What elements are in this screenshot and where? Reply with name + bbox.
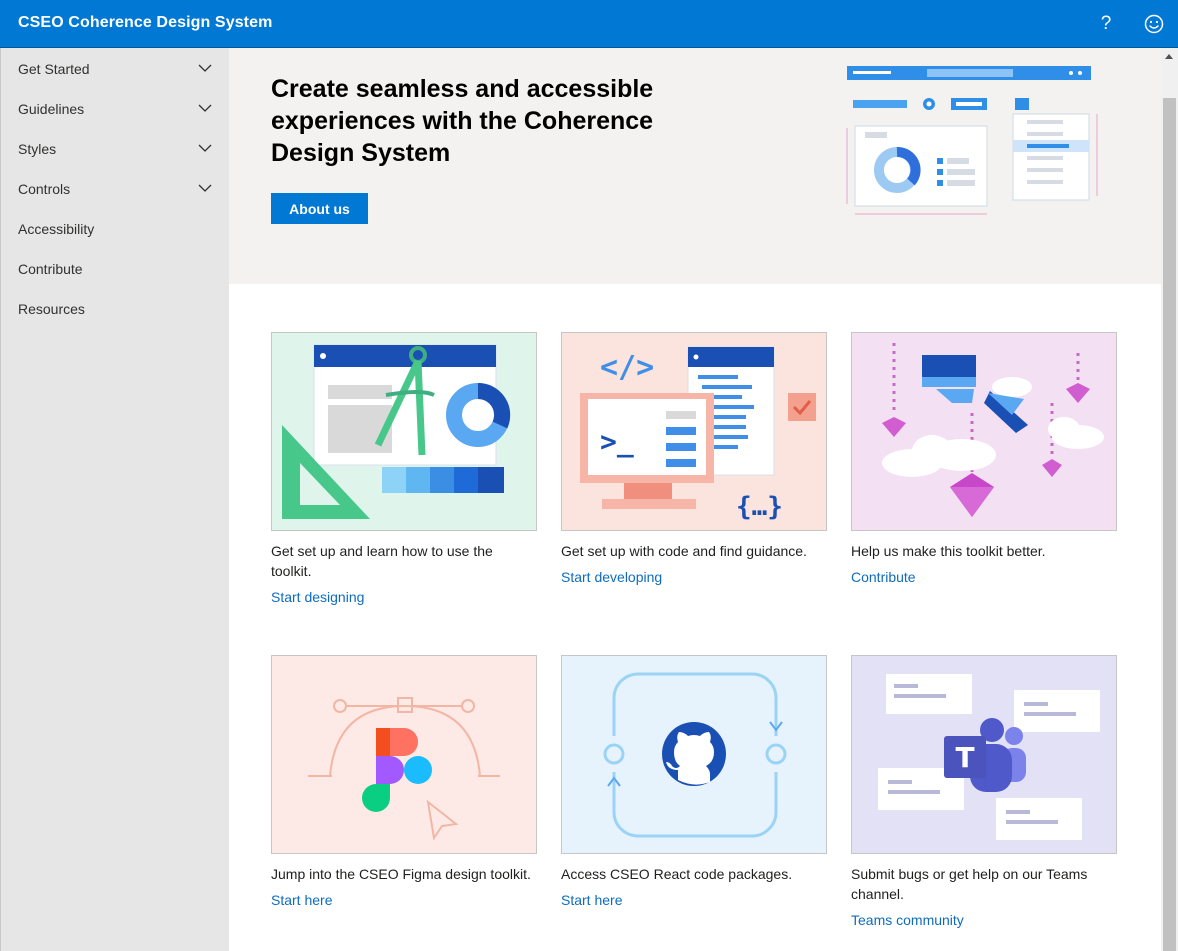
start-designing-link[interactable]: Start designing xyxy=(271,589,364,605)
feedback-smiley-icon[interactable] xyxy=(1142,12,1166,36)
card-figma-toolkit: Jump into the CSEO Figma design toolkit.… xyxy=(271,655,537,910)
card-start-developing: </> >_ {…} Get set up with code and find… xyxy=(561,332,827,587)
figma-start-here-link[interactable]: Start here xyxy=(271,892,332,908)
chevron-down-icon xyxy=(198,144,212,152)
chevron-down-icon xyxy=(198,64,212,72)
sidebar-item-label: Contribute xyxy=(18,261,83,277)
card-contribute: Help us make this toolkit better. Contri… xyxy=(851,332,1117,587)
sidebar-item-controls[interactable]: Controls xyxy=(1,169,230,209)
svg-text:</>: </> xyxy=(600,350,654,385)
sidebar-item-label: Resources xyxy=(18,301,85,317)
sidebar-item-label: Guidelines xyxy=(18,101,85,117)
card-description: Jump into the CSEO Figma design toolkit. xyxy=(271,866,531,882)
card-description: Submit bugs or get help on our Teams cha… xyxy=(851,866,1088,902)
hero-banner: Create seamless and accessible experienc… xyxy=(229,48,1161,284)
top-bar: CSEO Coherence Design System ? xyxy=(0,0,1178,48)
sidebar-item-label: Controls xyxy=(18,181,71,197)
hero-title: Create seamless and accessible experienc… xyxy=(271,75,654,167)
card-description: Access CSEO React code packages. xyxy=(561,866,793,882)
help-button[interactable]: ? xyxy=(1094,10,1118,38)
card-description: Help us make this toolkit better. xyxy=(851,543,1046,559)
github-illustration xyxy=(561,655,827,854)
teams-illustration: T xyxy=(851,655,1117,854)
card-description: Get set up and learn how to use the tool… xyxy=(271,543,493,579)
code-illustration: </> >_ {…} xyxy=(561,332,827,531)
figma-illustration xyxy=(271,655,537,854)
design-system-illustration xyxy=(846,66,1098,215)
contribute-illustration xyxy=(851,332,1117,531)
svg-text:{…}: {…} xyxy=(736,492,783,522)
sidebar-item-label: Accessibility xyxy=(18,221,95,237)
react-start-here-link[interactable]: Start here xyxy=(561,892,622,908)
sidebar-nav: Get Started Guidelines Styles Controls A… xyxy=(0,48,229,951)
svg-text:T: T xyxy=(955,741,974,774)
sidebar-item-get-started[interactable]: Get Started xyxy=(1,49,230,89)
svg-text:>_: >_ xyxy=(600,425,634,458)
sidebar-item-accessibility[interactable]: Accessibility xyxy=(1,209,230,249)
teams-community-link[interactable]: Teams community xyxy=(851,912,964,928)
chevron-down-icon xyxy=(198,104,212,112)
scroll-up-arrow-icon[interactable] xyxy=(1165,54,1173,59)
card-react-packages: Access CSEO React code packages. Start h… xyxy=(561,655,827,910)
app-title[interactable]: CSEO Coherence Design System xyxy=(18,14,272,32)
sidebar-item-guidelines[interactable]: Guidelines xyxy=(1,89,230,129)
design-tools-illustration xyxy=(271,332,537,531)
scrollbar-thumb[interactable] xyxy=(1163,98,1176,951)
start-developing-link[interactable]: Start developing xyxy=(561,569,662,585)
sidebar-item-resources[interactable]: Resources xyxy=(1,289,230,329)
sidebar-item-label: Styles xyxy=(18,141,57,157)
vertical-scrollbar[interactable] xyxy=(1161,48,1178,951)
about-us-button[interactable]: About us xyxy=(271,193,368,224)
card-start-designing: Get set up and learn how to use the tool… xyxy=(271,332,537,607)
contribute-link[interactable]: Contribute xyxy=(851,569,916,585)
card-teams-community: T Submit bugs or get help on our Teams c… xyxy=(851,655,1117,930)
sidebar-item-styles[interactable]: Styles xyxy=(1,129,230,169)
sidebar-item-label: Get Started xyxy=(18,61,90,77)
chevron-down-icon xyxy=(198,184,212,192)
card-description: Get set up with code and find guidance. xyxy=(561,543,807,559)
sidebar-item-contribute[interactable]: Contribute xyxy=(1,249,230,289)
